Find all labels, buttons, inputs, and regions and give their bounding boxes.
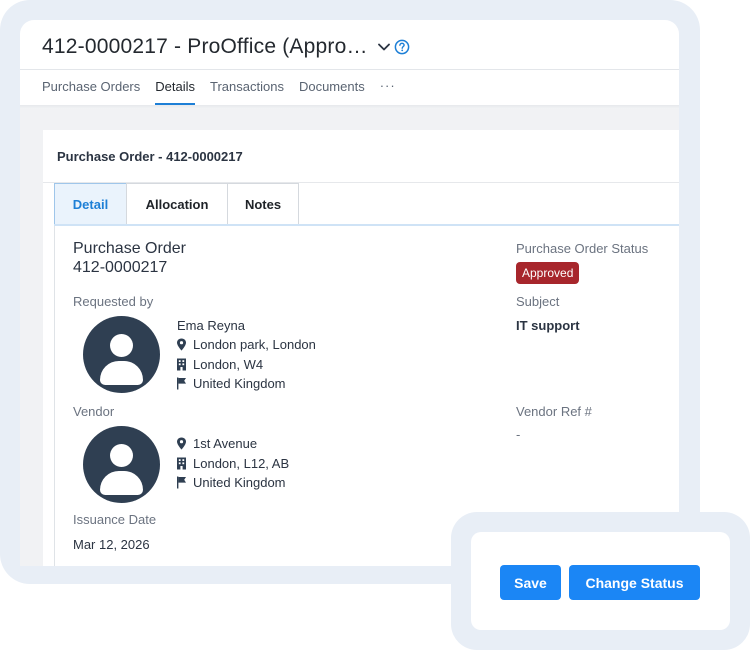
map-pin-icon [177,338,186,351]
requester-street-line: London park, London [176,337,316,352]
po-heading: Purchase Order 412-0000217 [73,239,186,277]
building-icon [177,358,186,371]
save-button[interactable]: Save [500,565,561,600]
flag-icon [177,377,186,390]
vendor-label: Vendor [73,404,115,419]
vendor-country: United Kingdom [193,475,286,490]
vendor-avatar [83,426,160,503]
requester-avatar [83,316,160,393]
po-heading-label: Purchase Order [73,240,186,257]
status-badge: Approved [516,262,580,284]
avatar-body-shape [100,361,143,385]
requester-name: Ema Reyna [177,318,245,333]
status-label: Purchase Order Status [516,241,649,256]
action-panel-frame: Save Change Status [451,512,750,650]
tab-transactions[interactable]: Transactions [210,79,284,105]
issuance-date-label: Issuance Date [73,512,157,527]
requester-street: London park, London [193,337,316,352]
requester-city: London, W4 [193,357,264,372]
vendor-street: 1st Avenue [193,436,258,451]
page-title: 412-0000217 - ProOffice (Appro… [42,35,368,58]
chevron-down-icon[interactable] [377,40,391,54]
vendor-city: London, L12, AB [193,456,290,471]
tab-details[interactable]: Details [155,79,196,105]
tab-bar: Purchase Orders Details Transactions Doc… [42,79,396,105]
avatar-head-shape [110,444,133,467]
vendor-city-line: London, L12, AB [176,456,289,471]
avatar-body-shape [100,471,143,495]
subject-label: Subject [516,294,560,309]
purchase-order-card: Purchase Order - 412-0000217 Detail Allo… [43,130,679,566]
vendor-country-line: United Kingdom [176,475,286,490]
change-status-button[interactable]: Change Status [569,565,700,600]
more-tabs-icon[interactable]: ··· [380,79,396,93]
tab-notes[interactable]: Notes [227,183,299,225]
tab-allocation[interactable]: Allocation [126,183,228,225]
requested-by-label: Requested by [73,294,154,309]
requester-city-line: London, W4 [176,357,263,372]
building-icon [177,457,186,470]
vendor-ref-value: - [516,427,521,442]
tab-purchase-orders[interactable]: Purchase Orders [42,79,140,105]
po-number: 412-0000217 [73,259,168,276]
card-title: Purchase Order - 412-0000217 [57,149,243,164]
issuance-date-value: Mar 12, 2026 [73,537,150,552]
map-pin-icon [177,437,186,450]
tab-detail[interactable]: Detail [54,183,127,225]
vendor-street-line: 1st Avenue [176,436,257,451]
action-panel: Save Change Status [471,532,730,630]
tab-documents[interactable]: Documents [299,79,365,105]
avatar-head-shape [110,334,133,357]
app-window: 412-0000217 - ProOffice (Appro… Purchase… [20,20,679,566]
requester-country: United Kingdom [193,376,286,391]
requester-country-line: United Kingdom [176,376,286,391]
app-frame: 412-0000217 - ProOffice (Appro… Purchase… [0,0,700,584]
vendor-ref-label: Vendor Ref # [516,404,592,419]
help-icon[interactable] [394,39,410,55]
inner-tab-bar: Detail Allocation Notes [54,183,299,225]
subject-value: IT support [516,318,580,333]
tab-bar-shadow [20,105,679,109]
flag-icon [177,476,186,489]
title-row: 412-0000217 - ProOffice (Appro… [42,32,410,62]
title-divider [20,69,679,70]
